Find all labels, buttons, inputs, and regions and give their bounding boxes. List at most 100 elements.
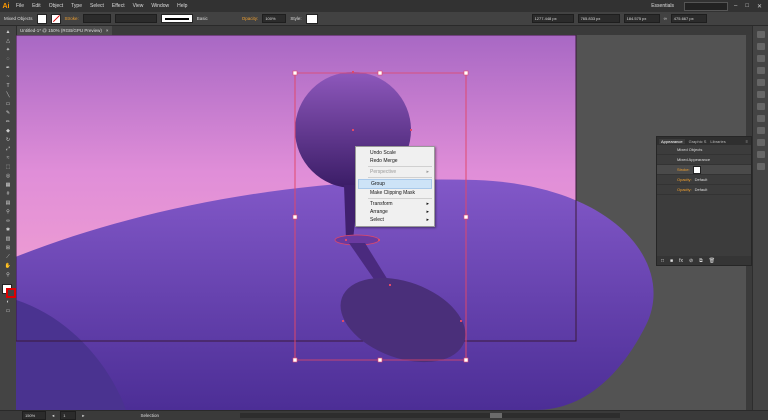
symbols-panel-icon[interactable] [757,79,765,86]
gradient-panel-icon[interactable] [757,103,765,110]
y-field[interactable]: 765.833 px [577,14,620,23]
curvature-icon[interactable]: ~ [4,74,12,80]
pencil-icon[interactable]: ✏ [4,119,12,125]
direct-selection-tool-icon[interactable]: △ [4,38,12,44]
menu-file[interactable]: File [12,3,28,9]
handle-top-left[interactable] [292,70,298,76]
artboard-icon[interactable]: ⊞ [4,245,12,251]
free-transform-icon[interactable]: ⬚ [4,164,12,170]
menu-item-make-clipping-mask[interactable]: Make Clipping Mask [356,189,434,197]
menu-item-undo-scale[interactable]: Undo Scale [356,149,434,157]
handle-top-center[interactable] [377,70,383,76]
prev-artboard-icon[interactable]: ◂ [52,413,54,419]
magic-wand-icon[interactable]: ✦ [4,47,12,53]
appearance-panel-icon[interactable] [757,127,765,134]
menu-item-group[interactable]: Group [358,179,432,189]
delete-item-icon[interactable]: 🗑 [709,258,715,264]
artboard-number-field[interactable]: 1 [60,411,77,420]
handle-bottom-right[interactable] [463,357,469,363]
handle-middle-right[interactable] [463,214,469,220]
workspace-switcher[interactable]: Essentials [647,3,678,9]
stroke-color-icon[interactable] [6,288,16,298]
shape-builder-icon[interactable]: ◎ [4,173,12,179]
brushes-panel-icon[interactable] [757,67,765,74]
document-tab[interactable]: Untitled-1* @ 150% (RGB/GPU Preview) × [16,26,113,35]
stroke-attribute-label[interactable]: Stroke: [677,167,690,172]
paintbrush-icon[interactable]: ✎ [4,110,12,116]
x-field[interactable]: 1277.448 px [531,14,574,23]
width-tool-icon[interactable]: ≈ [4,155,12,161]
swatches-panel-icon[interactable] [757,55,765,62]
horizontal-scrollbar[interactable] [240,413,620,418]
lasso-icon[interactable]: ◌ [4,56,12,62]
zoom-icon[interactable]: ⚲ [4,272,12,278]
zoom-field[interactable]: 150% [22,411,46,420]
opacity-field[interactable]: 100% [262,14,287,23]
layers-panel-icon[interactable] [757,151,765,158]
transparency-panel-icon[interactable] [757,115,765,122]
menu-select[interactable]: Select [86,3,108,9]
menu-item-redo-merge[interactable]: Redo Merge [356,157,434,165]
graphic-style-swatch[interactable] [305,13,318,24]
menu-item-arrange[interactable]: Arrange ▸ [356,208,434,216]
horizontal-scroll-thumb[interactable] [490,413,502,418]
pen-tool-icon[interactable]: ✒ [4,65,12,71]
hand-icon[interactable]: ✋ [4,263,12,269]
rotate-icon[interactable]: ↻ [4,137,12,143]
add-effect-icon[interactable]: fx [679,258,683,264]
panel-menu-icon[interactable]: ≡ [746,139,751,144]
handle-bottom-left[interactable] [292,357,298,363]
screen-mode-icon[interactable]: ▭ [4,308,12,314]
stroke-weight-field[interactable] [82,14,111,23]
tab-appearance[interactable]: Appearance [659,138,685,144]
next-artboard-icon[interactable]: ▸ [82,413,84,419]
line-tool-icon[interactable]: ╲ [4,92,12,98]
menu-window[interactable]: Window [147,3,173,9]
eraser-icon[interactable]: ◆ [4,128,12,134]
tab-graphic-styles[interactable]: Graphic S [689,139,707,144]
add-fill-icon[interactable]: ■ [670,258,673,264]
brush-definition[interactable] [160,14,193,23]
blend-icon[interactable]: ∞ [4,218,12,224]
maximize-icon[interactable]: □ [745,3,749,10]
stroke-label[interactable]: Stroke: [65,16,79,21]
fill-stroke-widget[interactable] [2,284,16,298]
variable-width-field[interactable] [114,14,157,23]
drawing-mode-icon[interactable]: ◐ [4,299,12,305]
perspective-grid-icon[interactable]: ▦ [4,182,12,188]
handle-top-right[interactable] [463,70,469,76]
menu-object[interactable]: Object [45,3,67,9]
menu-edit[interactable]: Edit [28,3,45,9]
tab-libraries[interactable]: Libraries [710,139,725,144]
rectangle-tool-icon[interactable]: ▭ [4,101,12,107]
menu-item-transform[interactable]: Transform ▸ [356,200,434,208]
column-graph-icon[interactable]: ▥ [4,236,12,242]
panel-opacity-row-1[interactable]: Opacity: Default [657,175,751,185]
type-tool-icon[interactable]: T [4,83,12,89]
stroke-none-swatch[interactable] [692,165,701,174]
menu-help[interactable]: Help [173,3,191,9]
search-input[interactable] [684,1,728,11]
color-panel-icon[interactable] [757,31,765,38]
panel-stroke-row[interactable]: Stroke: [657,165,751,175]
menu-view[interactable]: View [129,3,148,9]
handle-middle-left[interactable] [292,214,298,220]
artboards-panel-icon[interactable] [757,163,765,170]
opacity-label[interactable]: Opacity: [242,16,259,21]
close-tab-icon[interactable]: × [106,28,109,33]
slice-icon[interactable]: ⟋ [4,254,12,260]
color-guide-icon[interactable] [757,43,765,50]
opacity-attribute-label[interactable]: Opacity: [677,187,692,192]
close-icon[interactable]: ✕ [757,3,762,10]
stroke-swatch[interactable] [50,13,61,24]
mesh-icon[interactable]: # [4,191,12,197]
selection-tool-icon[interactable]: ▲ [4,29,12,35]
clear-appearance-icon[interactable]: ⊘ [689,258,693,264]
graphic-styles-icon[interactable] [757,139,765,146]
add-stroke-icon[interactable]: □ [661,258,664,264]
handle-bottom-center[interactable] [377,357,383,363]
h-field[interactable]: 475.667 px [670,14,707,23]
scale-icon[interactable]: ⤢ [4,146,12,152]
symbol-sprayer-icon[interactable]: ✱ [4,227,12,233]
minimize-icon[interactable]: – [734,3,737,10]
